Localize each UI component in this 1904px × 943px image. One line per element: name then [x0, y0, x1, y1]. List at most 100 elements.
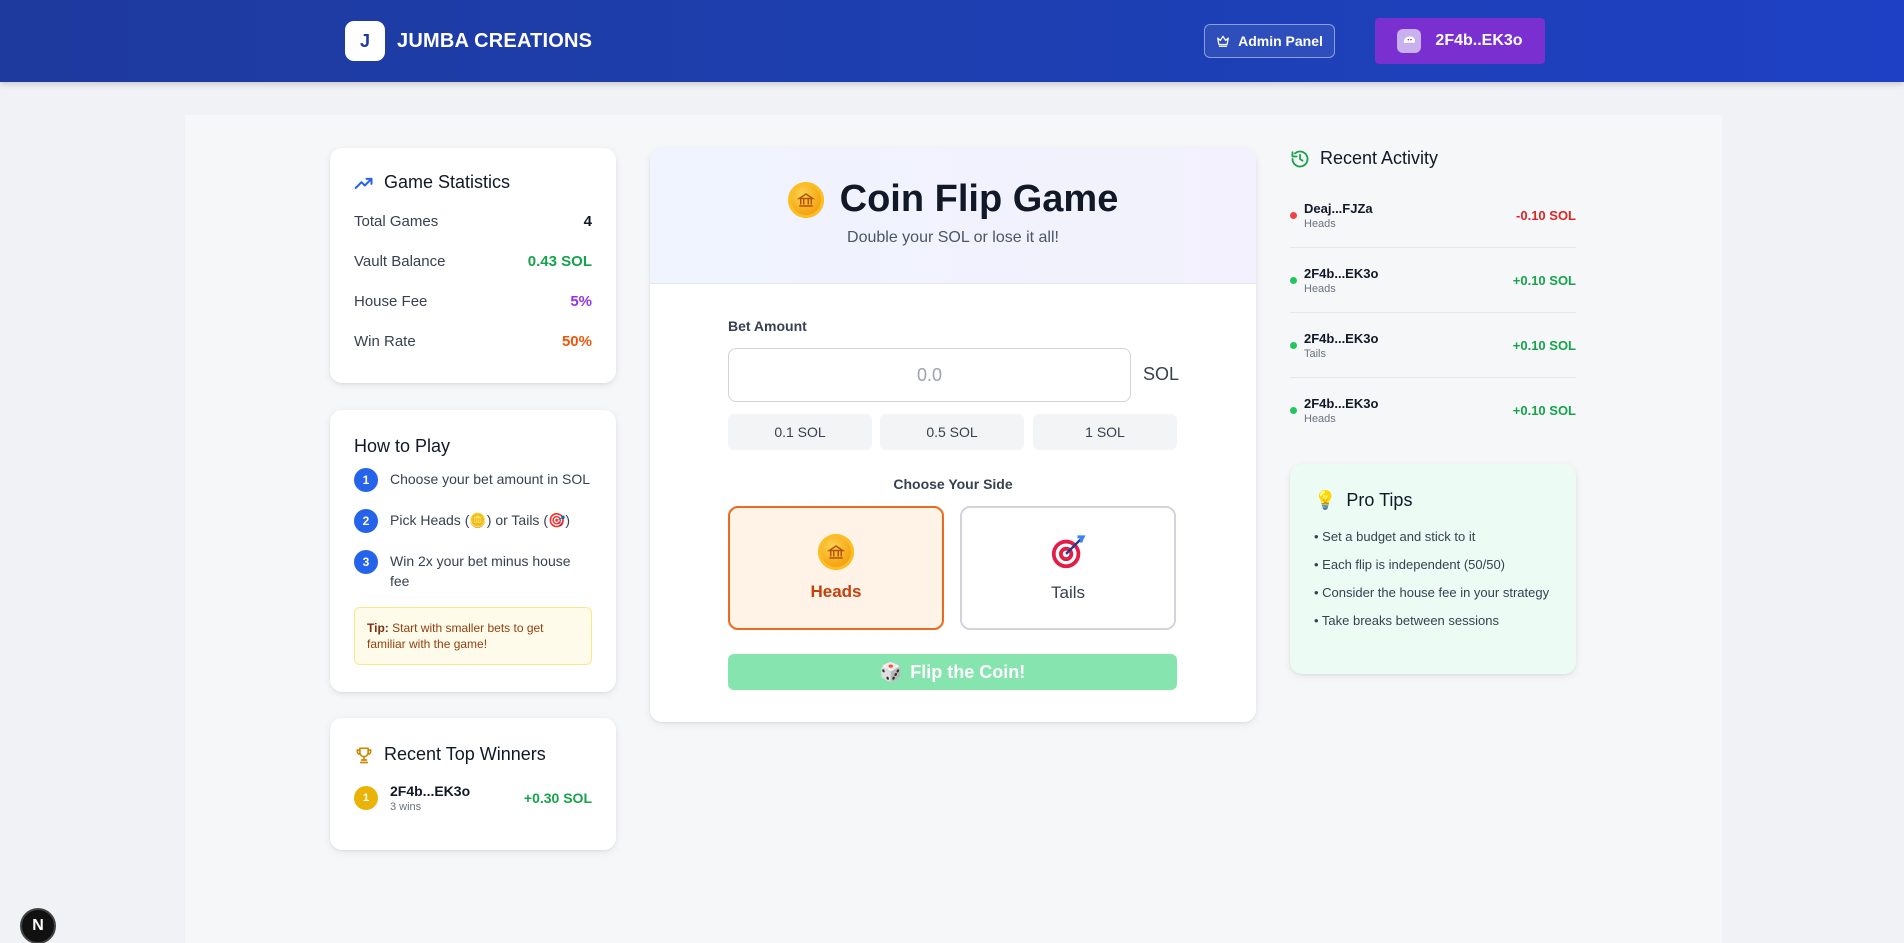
- admin-panel-label: Admin Panel: [1238, 33, 1323, 49]
- quick-bet-1[interactable]: 1 SOL: [1033, 414, 1177, 450]
- stat-value: 0.43 SOL: [527, 252, 592, 270]
- lightbulb-icon: 💡: [1314, 490, 1337, 510]
- win-indicator: [1290, 407, 1297, 414]
- win-indicator: [1290, 341, 1297, 349]
- pro-tip-item: • Take breaks between sessions: [1314, 613, 1499, 628]
- stat-row-total-games: Total Games 4: [354, 201, 592, 241]
- how-to-play-title: How to Play: [354, 436, 451, 456]
- winner-amount: +0.30 SOL: [523, 790, 592, 806]
- stat-row-win-rate: Win Rate 50%: [354, 321, 592, 361]
- winner-name: 2F4b...EK3o: [390, 783, 471, 799]
- activity-amount: -0.10 SOL: [1516, 207, 1576, 223]
- heads-label: Heads: [810, 582, 862, 601]
- winner-wins: 3 wins: [390, 801, 422, 813]
- coin-flip-game-card: Coin Flip Game Double your SOL or lose i…: [650, 148, 1256, 722]
- quick-bet-0-1[interactable]: 0.1 SOL: [728, 414, 872, 450]
- pro-tips-title-text: Pro Tips: [1346, 490, 1413, 510]
- trophy-icon: [356, 747, 372, 763]
- admin-panel-button[interactable]: Admin Panel: [1204, 24, 1335, 58]
- step-3: 3 Win 2x your bet minus house fee: [354, 550, 592, 591]
- activity-amount: +0.10 SOL: [1512, 403, 1576, 418]
- pro-tips-card: 💡 Pro Tips • Set a budget and stick to i…: [1290, 464, 1576, 674]
- activity-row: 2F4b...EK3o Heads +0.10 SOL: [1290, 248, 1576, 313]
- how-to-play-card: How to Play 1 Choose your bet amount in …: [330, 410, 616, 692]
- rank-badge: 1: [354, 786, 378, 810]
- top-winners-title: Recent Top Winners: [354, 744, 592, 765]
- tip-label: Tip:: [367, 621, 389, 635]
- activity-row: 2F4b...EK3o Tails +0.10 SOL: [1290, 313, 1576, 378]
- top-navbar: J JUMBA CREATIONS Admin Panel 2F4b..EK3o: [0, 0, 1904, 82]
- bet-unit-label: SOL: [1143, 364, 1180, 384]
- trending-up-icon: [354, 177, 373, 189]
- stat-label: Vault Balance: [354, 252, 446, 270]
- activity-side: Heads: [1304, 217, 1336, 230]
- nextjs-dev-indicator[interactable]: N: [20, 908, 56, 943]
- flip-coin-label: Flip the Coin!: [910, 661, 1026, 682]
- activity-title-text: Recent Activity: [1320, 148, 1439, 168]
- stat-row-vault-balance: Vault Balance 0.43 SOL: [354, 241, 592, 281]
- activity-row: Deaj...FJZa Heads -0.10 SOL: [1290, 183, 1576, 248]
- step-text: Win 2x your bet minus house fee: [390, 553, 571, 589]
- step-text: Pick Heads (🪙) or Tails (🎯): [390, 512, 571, 528]
- loss-indicator: [1290, 211, 1297, 219]
- activity-player: 2F4b...EK3o: [1304, 330, 1379, 346]
- heads-option[interactable]: Heads: [728, 506, 944, 630]
- step-number: 3: [354, 550, 378, 574]
- quick-bet-0-5[interactable]: 0.5 SOL: [880, 414, 1024, 450]
- stats-title-text: Game Statistics: [384, 172, 511, 192]
- history-icon: [1291, 150, 1309, 167]
- activity-player: 2F4b...EK3o: [1304, 396, 1379, 411]
- wallet-button[interactable]: 2F4b..EK3o: [1375, 18, 1545, 64]
- coin-icon: [787, 181, 824, 218]
- heads-coin-icon: [818, 534, 854, 570]
- tails-label: Tails: [1050, 583, 1085, 602]
- activity-side: Heads: [1304, 413, 1336, 425]
- pro-tips-title: 💡 Pro Tips: [1314, 490, 1552, 511]
- tip-box: Tip: Start with smaller bets to get fami…: [354, 607, 592, 665]
- crown-icon: [1217, 35, 1229, 47]
- game-statistics-card: Game Statistics Total Games 4 Vault Bala…: [330, 148, 616, 383]
- flip-coin-button[interactable]: 🎲 Flip the Coin!: [728, 654, 1177, 690]
- tails-option[interactable]: Tails: [960, 506, 1176, 630]
- pro-tip-item: • Set a budget and stick to it: [1314, 529, 1476, 544]
- stat-value: 50%: [561, 332, 592, 350]
- phantom-wallet-icon: [1397, 29, 1422, 53]
- activity-row: 2F4b...EK3o Heads +0.10 SOL: [1290, 378, 1576, 443]
- target-icon: [1051, 535, 1086, 569]
- stat-row-house-fee: House Fee 5%: [354, 281, 592, 321]
- pro-tip-item: • Each flip is independent (50/50): [1314, 557, 1506, 572]
- game-subtitle: Double your SOL or lose it all!: [847, 229, 1059, 246]
- wallet-address: 2F4b..EK3o: [1435, 32, 1523, 49]
- activity-player: Deaj...FJZa: [1304, 200, 1373, 216]
- step-1: 1 Choose your bet amount in SOL: [354, 468, 592, 492]
- game-statistics-title: Game Statistics: [354, 172, 592, 193]
- bet-amount-label: Bet Amount: [728, 318, 807, 334]
- activity-side: Heads: [1304, 282, 1336, 295]
- tip-text: Start with smaller bets to get familiar …: [367, 621, 544, 651]
- brand-name: JUMBA CREATIONS: [397, 29, 593, 52]
- recent-activity-title: Recent Activity: [1290, 148, 1576, 169]
- step-2: 2 Pick Heads (🪙) or Tails (🎯): [354, 509, 592, 533]
- brand-logo: J: [345, 21, 385, 61]
- activity-player: 2F4b...EK3o: [1304, 265, 1379, 281]
- activity-amount: +0.10 SOL: [1512, 337, 1576, 353]
- step-number: 2: [354, 509, 378, 533]
- stat-label: House Fee: [354, 292, 428, 310]
- brand[interactable]: J JUMBA CREATIONS: [345, 21, 592, 61]
- choose-side-label: Choose Your Side: [893, 476, 1013, 492]
- bet-amount-input[interactable]: [728, 348, 1131, 402]
- top-winners-title-text: Recent Top Winners: [384, 744, 546, 764]
- game-header: Coin Flip Game Double your SOL or lose i…: [650, 148, 1256, 284]
- winner-row: 1 2F4b...EK3o 3 wins +0.30 SOL: [354, 783, 592, 813]
- step-number: 1: [354, 468, 378, 492]
- dice-icon: 🎲: [879, 661, 903, 682]
- stat-value: 5%: [570, 292, 592, 310]
- step-text: Choose your bet amount in SOL: [390, 471, 591, 487]
- activity-amount: +0.10 SOL: [1512, 272, 1576, 288]
- game-title: Coin Flip Game: [839, 178, 1119, 220]
- top-winners-card: Recent Top Winners 1 2F4b...EK3o 3 wins …: [330, 718, 616, 850]
- win-indicator: [1290, 276, 1297, 284]
- stat-label: Win Rate: [354, 332, 416, 350]
- stat-value: 4: [583, 212, 592, 230]
- activity-side: Tails: [1304, 347, 1327, 360]
